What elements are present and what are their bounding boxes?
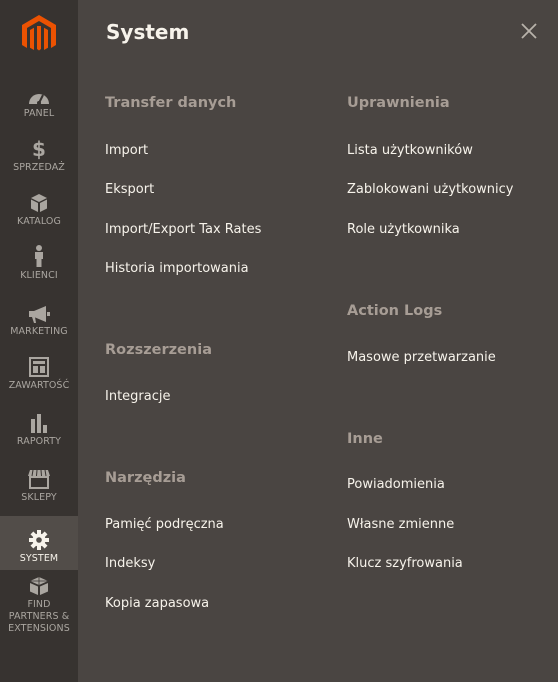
sidebar-item-sklepy[interactable]: SKLEPY (0, 464, 78, 504)
sidebar-item-panel[interactable]: PANEL (0, 80, 78, 120)
close-icon[interactable] (518, 20, 540, 42)
section-title-rozszerzenia: Rozszerzenia (105, 342, 212, 358)
magento-logo[interactable] (20, 14, 58, 54)
menu-link-historia-importowania[interactable]: Historia importowania (105, 261, 249, 276)
megaphone-icon (28, 298, 50, 323)
menu-link-integracje[interactable]: Integracje (105, 389, 171, 404)
menu-link-klucz-szyfrowania[interactable]: Klucz szyfrowania (347, 556, 463, 571)
sidebar-item-system[interactable]: SYSTEM (0, 516, 78, 570)
section-title-action-logs: Action Logs (347, 303, 443, 319)
sidebar-item-label: FIND PARTNERS & EXTENSIONS (8, 599, 70, 634)
dashboard-icon (28, 80, 50, 105)
sidebar-item-label: SKLEPY (21, 492, 57, 503)
menu-link-zablokowani-uzytkownicy[interactable]: Zablokowani użytkownicy (347, 182, 514, 197)
dollar-icon: $ (32, 137, 46, 161)
sidebar-item-sprzedaz[interactable]: $ SPRZEDAŻ (0, 134, 78, 174)
bar-chart-icon (30, 408, 48, 433)
cubes-icon (28, 576, 50, 596)
sidebar-item-label: RAPORTY (16, 436, 62, 447)
menu-link-role-uzytkownika[interactable]: Role użytkownika (347, 222, 460, 237)
sidebar-item-marketing[interactable]: MARKETING (0, 298, 78, 338)
menu-link-lista-uzytkownikow[interactable]: Lista użytkowników (347, 143, 473, 158)
section-title-transfer-danych: Transfer danych (105, 95, 237, 111)
system-menu-panel: System Transfer danych Import Eksport Im… (78, 0, 558, 682)
sidebar-item-label: KLIENCI (20, 270, 58, 281)
menu-link-import-export-tax-rates[interactable]: Import/Export Tax Rates (105, 222, 261, 237)
sidebar-item-label: KATALOG (17, 216, 61, 227)
menu-link-wlasne-zmienne[interactable]: Własne zmienne (347, 517, 454, 532)
sidebar-item-label: MARKETING (10, 326, 68, 337)
panel-title: System (106, 20, 190, 44)
sidebar-item-zawartosc[interactable]: ZAWARTOŚĆ (0, 352, 78, 392)
sidebar-item-label: SPRZEDAŻ (13, 162, 65, 173)
menu-link-indeksy[interactable]: Indeksy (105, 556, 155, 571)
box-icon (30, 188, 48, 213)
gear-icon (29, 524, 49, 550)
menu-link-eksport[interactable]: Eksport (105, 182, 154, 197)
person-icon (33, 242, 45, 267)
sidebar-item-raporty[interactable]: RAPORTY (0, 408, 78, 448)
layout-icon (29, 352, 49, 377)
sidebar-item-katalog[interactable]: KATALOG (0, 188, 78, 228)
sidebar-item-label: SYSTEM (19, 553, 59, 564)
sidebar-item-label: PANEL (23, 108, 55, 119)
menu-link-masowe-przetwarzanie[interactable]: Masowe przetwarzanie (347, 350, 496, 365)
section-title-inne: Inne (347, 431, 383, 447)
menu-link-kopia-zapasowa[interactable]: Kopia zapasowa (105, 596, 209, 611)
menu-link-import[interactable]: Import (105, 143, 148, 158)
menu-link-powiadomienia[interactable]: Powiadomienia (347, 477, 445, 492)
sidebar-item-find-partners[interactable]: FIND PARTNERS & EXTENSIONS (0, 576, 78, 634)
section-title-narzedzia: Narzędzia (105, 470, 186, 486)
admin-sidebar: PANEL $ SPRZEDAŻ KATALOG KLIENCI MARKETI… (0, 0, 78, 682)
menu-link-pamiec-podreczna[interactable]: Pamięć podręczna (105, 517, 224, 532)
section-title-uprawnienia: Uprawnienia (347, 95, 450, 111)
sidebar-item-label: ZAWARTOŚĆ (8, 380, 70, 391)
store-icon (28, 464, 50, 489)
sidebar-item-klienci[interactable]: KLIENCI (0, 242, 78, 282)
